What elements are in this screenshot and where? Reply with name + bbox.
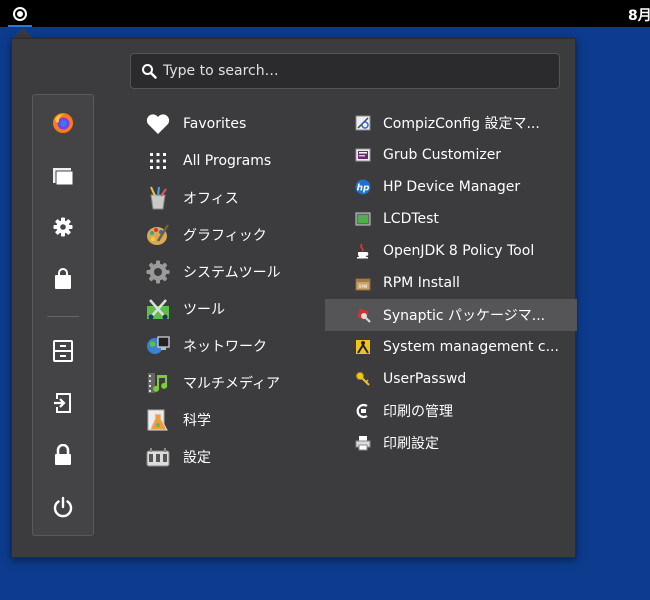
- sidebar-item-files[interactable]: [48, 161, 78, 191]
- logout-icon: [54, 393, 71, 413]
- top-panel: 8月: [0, 0, 650, 27]
- file-cabinet-icon: [53, 340, 73, 362]
- gear-icon: [53, 217, 73, 237]
- print-manager-icon: [355, 403, 371, 419]
- category-label: システムツール: [183, 264, 281, 281]
- app-item-print-settings[interactable]: 印刷設定: [325, 427, 577, 459]
- svg-text:hp: hp: [357, 184, 370, 194]
- system-management-icon: [355, 339, 371, 355]
- category-label: マルチメディア: [183, 375, 281, 392]
- heart-icon: [146, 112, 170, 136]
- category-settings[interactable]: 設定: [132, 438, 322, 475]
- svg-text:RPM: RPM: [359, 284, 368, 289]
- app-label: System management c...: [383, 339, 559, 355]
- sidebar-item-screensaver[interactable]: [48, 336, 78, 366]
- application-menu: Favorites All Programs オフィス: [11, 38, 577, 558]
- app-label: Grub Customizer: [383, 147, 502, 163]
- category-label: Favorites: [183, 115, 247, 132]
- app-item-compizconfig[interactable]: CompizConfig 設定マ...: [325, 107, 577, 139]
- search-box[interactable]: [130, 53, 560, 89]
- category-science[interactable]: 科学: [132, 401, 322, 438]
- userpasswd-icon: [355, 371, 371, 387]
- app-label: LCDTest: [383, 211, 439, 227]
- category-multimedia[interactable]: マルチメディア: [132, 364, 322, 401]
- lcdtest-icon: [355, 211, 371, 227]
- category-graphics[interactable]: グラフィック: [132, 216, 322, 253]
- folder-icon: [53, 168, 74, 186]
- clock[interactable]: 8月: [628, 5, 650, 25]
- menu-pointer: [13, 28, 33, 38]
- cinnamon-menu-icon: [13, 7, 27, 21]
- app-label: 印刷設定: [383, 436, 439, 452]
- category-label: ネットワーク: [183, 338, 267, 355]
- category-label: All Programs: [183, 152, 272, 169]
- app-label: UserPasswd: [383, 371, 467, 387]
- app-label: RPM Install: [383, 275, 460, 291]
- app-item-lcdtest[interactable]: LCDTest: [325, 203, 577, 235]
- office-icon: [146, 186, 170, 210]
- print-settings-icon: [355, 435, 371, 451]
- search-icon: [142, 64, 157, 79]
- shopping-bag-icon: [55, 268, 71, 289]
- app-item-openjdk-policy-tool[interactable]: OpenJDK 8 Policy Tool: [325, 235, 577, 267]
- app-item-grub-customizer[interactable]: Grub Customizer: [325, 139, 577, 171]
- category-office[interactable]: オフィス: [132, 179, 322, 216]
- menu-active-indicator: [8, 25, 32, 27]
- category-all-programs[interactable]: All Programs: [132, 142, 322, 179]
- rpm-icon: RPM: [355, 275, 371, 291]
- app-label: Synaptic パッケージマ...: [383, 308, 546, 324]
- app-label: 印刷の管理: [383, 404, 453, 420]
- category-label: オフィス: [183, 190, 239, 207]
- app-label: OpenJDK 8 Policy Tool: [383, 243, 535, 259]
- app-item-hp-device-manager[interactable]: hp HP Device Manager: [325, 171, 577, 203]
- app-item-rpm-install[interactable]: RPM RPM Install: [325, 267, 577, 299]
- category-list: Favorites All Programs オフィス グラフィック システムツ…: [132, 105, 322, 475]
- sidebar-item-shutdown[interactable]: [48, 492, 78, 522]
- app-label: CompizConfig 設定マ...: [383, 116, 540, 132]
- favorites-sidebar: [32, 94, 94, 536]
- app-label: HP Device Manager: [383, 179, 521, 195]
- category-system-tools[interactable]: システムツール: [132, 253, 322, 290]
- sidebar-item-settings[interactable]: [48, 212, 78, 242]
- sidebar-item-lock[interactable]: [48, 440, 78, 470]
- category-label: 科学: [183, 412, 211, 429]
- category-accessories[interactable]: ツール: [132, 290, 322, 327]
- app-item-system-management[interactable]: System management c...: [325, 331, 577, 363]
- compizconfig-icon: [355, 115, 371, 131]
- app-item-synaptic[interactable]: Synaptic パッケージマ...: [325, 299, 577, 331]
- power-icon: [53, 496, 73, 518]
- sidebar-item-software[interactable]: [48, 264, 78, 294]
- grub-customizer-icon: [355, 147, 371, 163]
- hp-icon: hp: [355, 179, 371, 195]
- accessories-icon: [146, 297, 170, 321]
- sidebar-separator: [47, 316, 79, 317]
- sidebar-item-firefox[interactable]: [48, 108, 78, 138]
- java-icon: [355, 243, 371, 259]
- app-item-print-manager[interactable]: 印刷の管理: [325, 395, 577, 427]
- application-list: CompizConfig 設定マ... Grub Customizer hp H…: [325, 107, 577, 459]
- firefox-icon: [53, 113, 73, 133]
- category-favorites[interactable]: Favorites: [132, 105, 322, 142]
- graphics-icon: [146, 223, 170, 247]
- category-label: 設定: [183, 449, 211, 466]
- search-input[interactable]: [163, 63, 543, 79]
- multimedia-icon: [146, 371, 170, 395]
- app-item-userpasswd[interactable]: UserPasswd: [325, 363, 577, 395]
- category-label: グラフィック: [183, 227, 267, 244]
- grid-icon: [146, 149, 170, 173]
- network-icon: [146, 334, 170, 358]
- category-label: ツール: [183, 301, 225, 318]
- menu-applet-button[interactable]: [8, 3, 32, 27]
- science-icon: [146, 408, 170, 432]
- sidebar-item-logout[interactable]: [48, 388, 78, 418]
- settings-icon: [146, 445, 170, 469]
- synaptic-icon: [355, 307, 371, 323]
- system-tools-icon: [146, 260, 170, 284]
- category-network[interactable]: ネットワーク: [132, 327, 322, 364]
- lock-icon: [55, 444, 71, 465]
